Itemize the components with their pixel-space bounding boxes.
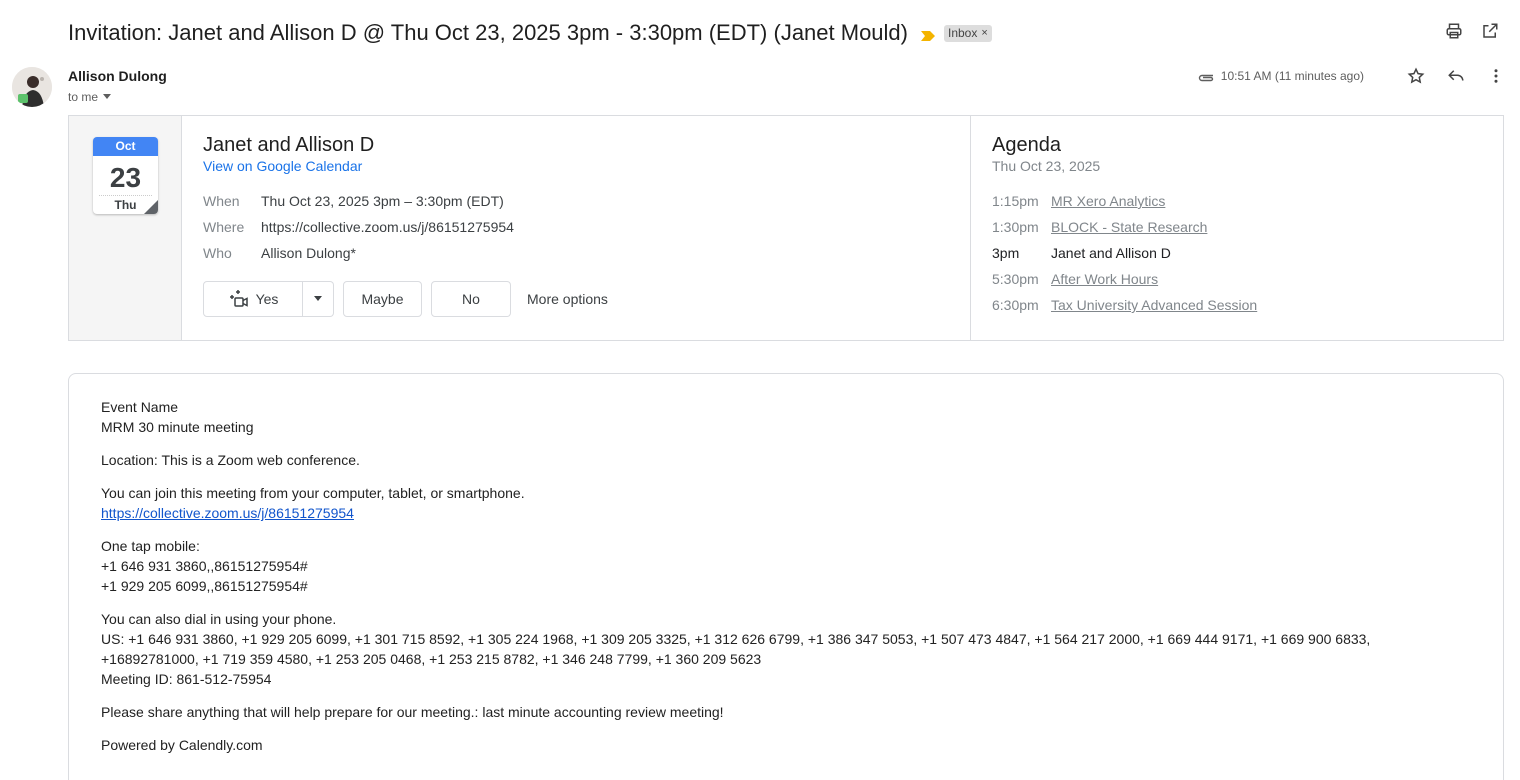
agenda-item-time: 3pm — [992, 245, 1020, 261]
page-fold-icon — [144, 200, 158, 214]
one-tap-number: +1 646 931 3860,,86151275954# — [101, 558, 308, 574]
dial-in-numbers: US: +1 646 931 3860, +1 929 205 6099, +1… — [101, 631, 1371, 647]
agenda-item-time: 6:30pm — [992, 297, 1039, 313]
rsvp-maybe-button[interactable]: Maybe — [343, 281, 422, 317]
agenda-item-link[interactable]: BLOCK - State Research — [1051, 219, 1207, 235]
rsvp-no-button[interactable]: No — [431, 281, 511, 317]
calendar-month: Oct — [93, 137, 158, 156]
recipient-toggle[interactable]: to me — [68, 90, 112, 104]
detail-row-where: Where https://collective.zoom.us/j/86151… — [203, 219, 514, 235]
chevron-down-icon — [314, 296, 322, 301]
meeting-id: Meeting ID: 861-512-75954 — [101, 671, 272, 687]
subject-row: Invitation: Janet and Allison D @ Thu Oc… — [68, 18, 1500, 48]
top-actions — [1444, 21, 1500, 41]
attachment-icon — [1197, 70, 1215, 82]
message-body: Event Name MRM 30 minute meeting Locatio… — [101, 397, 1370, 768]
location-text: Location: This is a Zoom web conference. — [101, 452, 360, 468]
agenda-item-time: 5:30pm — [992, 271, 1039, 287]
agenda-item-time: 1:15pm — [992, 193, 1039, 209]
agenda-title: Agenda — [992, 134, 1061, 156]
rsvp-yes-group: Yes — [203, 281, 334, 317]
agenda-item-current: 3pm Janet and Allison D — [992, 245, 1171, 261]
join-block: You can join this meeting from your comp… — [101, 483, 1370, 523]
who-label: Who — [203, 245, 232, 261]
message-meta: 10:51 AM (11 minutes ago) — [1197, 66, 1506, 86]
detail-row-when: When Thu Oct 23, 2025 3pm – 3:30pm (EDT) — [203, 193, 504, 209]
when-value: Thu Oct 23, 2025 3pm – 3:30pm (EDT) — [261, 193, 504, 209]
video-call-icon — [229, 290, 248, 307]
calendar-column: Oct 23 Thu — [69, 116, 182, 340]
event-title: Janet and Allison D — [203, 134, 375, 156]
agenda-panel: Agenda Thu Oct 23, 2025 1:15pm MR Xero A… — [971, 116, 1503, 340]
one-tap-number: +1 929 205 6099,,86151275954# — [101, 578, 308, 594]
calendar-day: 23 — [109, 162, 142, 193]
rsvp-actions: Yes Maybe No More options — [203, 281, 608, 317]
label-chip-text: Inbox — [948, 25, 978, 40]
invitation-card: Oct 23 Thu Janet and Allison D View on G… — [68, 115, 1504, 341]
timestamp: 10:51 AM (11 minutes ago) — [1220, 69, 1364, 83]
who-value: Allison Dulong* — [261, 245, 356, 261]
avatar[interactable] — [12, 67, 52, 107]
event-name-block: Event Name MRM 30 minute meeting — [101, 397, 1370, 437]
event-name-value: MRM 30 minute meeting — [101, 419, 254, 435]
agenda-item-time: 1:30pm — [992, 219, 1039, 235]
more-options-link[interactable]: More options — [527, 291, 608, 307]
event-name-label: Event Name — [101, 399, 179, 415]
agenda-item-title: Janet and Allison D — [1051, 245, 1171, 261]
one-tap-block: One tap mobile: +1 646 931 3860,,8615127… — [101, 536, 1370, 596]
rsvp-yes-label: Yes — [255, 291, 279, 307]
close-icon[interactable]: × — [981, 27, 987, 39]
importance-marker-icon[interactable] — [921, 28, 935, 41]
where-value: https://collective.zoom.us/j/86151275954 — [261, 219, 514, 235]
agenda-item-link[interactable]: Tax University Advanced Session — [1051, 297, 1257, 313]
rsvp-yes-button[interactable]: Yes — [203, 281, 303, 317]
label-chip-inbox: Inbox × — [944, 24, 992, 42]
where-label: Where — [203, 219, 245, 235]
print-icon[interactable] — [1444, 21, 1464, 41]
agenda-item: 5:30pm After Work Hours — [992, 271, 1158, 287]
open-in-new-icon[interactable] — [1480, 21, 1500, 41]
star-icon[interactable] — [1406, 66, 1426, 86]
more-vert-icon[interactable] — [1486, 66, 1506, 86]
message-body-card: Event Name MRM 30 minute meeting Locatio… — [68, 373, 1504, 780]
agenda-item-link[interactable]: MR Xero Analytics — [1051, 193, 1165, 209]
view-on-google-calendar-link[interactable]: View on Google Calendar — [203, 158, 362, 174]
rsvp-yes-dropdown[interactable] — [303, 281, 334, 317]
share-text: Please share anything that will help pre… — [101, 704, 724, 720]
dial-in-label: You can also dial in using your phone. — [101, 611, 337, 627]
zoom-join-link[interactable]: https://collective.zoom.us/j/86151275954 — [101, 505, 354, 521]
sender-name[interactable]: Allison Dulong — [68, 68, 167, 84]
chevron-down-icon — [103, 94, 112, 99]
recipient-text: to me — [68, 90, 99, 104]
agenda-item: 6:30pm Tax University Advanced Session — [992, 297, 1257, 313]
powered-by: Powered by Calendly.com — [101, 737, 263, 753]
join-text: You can join this meeting from your comp… — [101, 485, 525, 501]
when-label: When — [203, 193, 240, 209]
agenda-item: 1:30pm BLOCK - State Research — [992, 219, 1207, 235]
agenda-date: Thu Oct 23, 2025 — [992, 158, 1101, 174]
dial-in-block: You can also dial in using your phone. U… — [101, 609, 1370, 689]
detail-row-who: Who Allison Dulong* — [203, 245, 356, 261]
event-details: Janet and Allison D View on Google Calen… — [182, 116, 971, 340]
one-tap-label: One tap mobile: — [101, 538, 200, 554]
agenda-item-link[interactable]: After Work Hours — [1051, 271, 1158, 287]
email-subject: Invitation: Janet and Allison D @ Thu Oc… — [68, 20, 908, 45]
calendar-date-icon: Oct 23 Thu — [93, 137, 158, 214]
reply-icon[interactable] — [1446, 66, 1466, 86]
dial-in-numbers: +16892781000, +1 719 359 4580, +1 253 20… — [101, 651, 762, 667]
agenda-item: 1:15pm MR Xero Analytics — [992, 193, 1165, 209]
